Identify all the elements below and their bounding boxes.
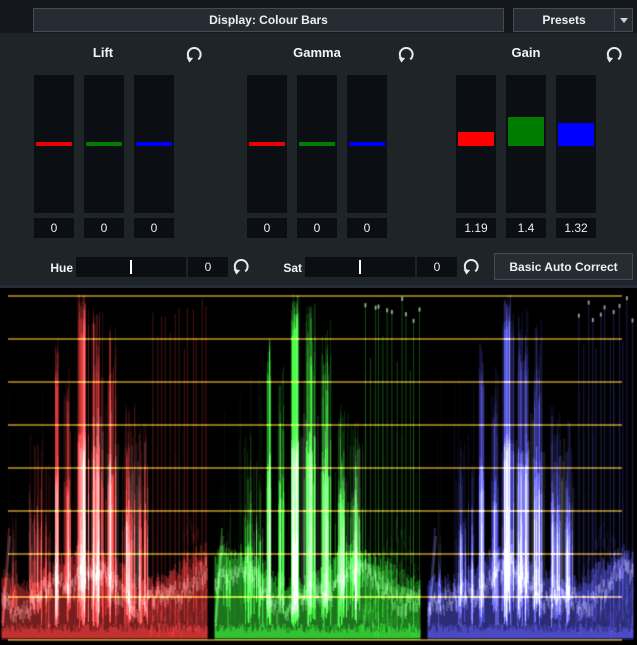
rgb-parade-canvas (0, 288, 637, 645)
hue-label: Hue (38, 259, 73, 277)
gamma-blue-value[interactable]: 0 (347, 218, 387, 238)
lift-green-value[interactable]: 0 (84, 218, 124, 238)
basic-auto-correct-button[interactable]: Basic Auto Correct (494, 253, 633, 280)
lift-blue-slider[interactable] (134, 75, 174, 213)
gain-red-value[interactable]: 1.19 (456, 218, 496, 238)
gamma-blue-handle[interactable] (349, 142, 385, 146)
gain-blue-handle[interactable] (558, 123, 594, 146)
sat-reset-button[interactable] (461, 256, 480, 275)
lift-green-handle[interactable] (86, 142, 122, 146)
top-bar: Display: Colour Bars Presets (0, 0, 637, 33)
gamma-blue-slider[interactable] (347, 75, 387, 213)
sat-slider[interactable] (305, 257, 415, 277)
gain-green-slider[interactable] (506, 75, 546, 213)
lift-reset-button[interactable] (184, 44, 203, 63)
reset-circular-arrow-icon (232, 257, 250, 275)
hue-slider-handle[interactable] (130, 260, 132, 274)
lift-red-value[interactable]: 0 (34, 218, 74, 238)
hue-reset-button[interactable] (231, 256, 250, 275)
gain-red-handle[interactable] (458, 132, 494, 146)
reset-circular-arrow-icon (605, 45, 623, 63)
gain-green-value[interactable]: 1.4 (506, 218, 546, 238)
display-mode-button[interactable]: Display: Colour Bars (33, 8, 504, 32)
lift-red-slider[interactable] (34, 75, 74, 213)
sat-slider-handle[interactable] (359, 260, 361, 274)
lift-red-handle[interactable] (36, 142, 72, 146)
gain-label: Gain (466, 45, 586, 60)
gamma-label: Gamma (257, 45, 377, 60)
lift-blue-handle[interactable] (136, 142, 172, 146)
colour-correct-panel: Display: Colour Bars Presets Lift Gamma … (0, 0, 637, 645)
gamma-red-slider[interactable] (247, 75, 287, 213)
reset-circular-arrow-icon (185, 45, 203, 63)
gain-red-slider[interactable] (456, 75, 496, 213)
lift-blue-value[interactable]: 0 (134, 218, 174, 238)
reset-circular-arrow-icon (462, 257, 480, 275)
presets-button[interactable]: Presets (513, 8, 633, 32)
gamma-red-handle[interactable] (249, 142, 285, 146)
hue-slider[interactable] (76, 257, 186, 277)
gain-blue-slider[interactable] (556, 75, 596, 213)
gamma-green-slider[interactable] (297, 75, 337, 213)
caret-down-icon (620, 18, 628, 23)
sat-label: Sat (268, 259, 302, 277)
gain-blue-value[interactable]: 1.32 (556, 218, 596, 238)
gamma-red-value[interactable]: 0 (247, 218, 287, 238)
gamma-reset-button[interactable] (396, 44, 415, 63)
gain-green-handle[interactable] (508, 117, 544, 146)
reset-circular-arrow-icon (397, 45, 415, 63)
hue-value[interactable]: 0 (188, 257, 228, 277)
presets-dropdown-arrow[interactable] (614, 9, 632, 31)
presets-label: Presets (514, 13, 614, 27)
waveform-scope (0, 285, 637, 645)
gamma-green-handle[interactable] (299, 142, 335, 146)
lift-label: Lift (43, 45, 163, 60)
gamma-green-value[interactable]: 0 (297, 218, 337, 238)
sat-value[interactable]: 0 (417, 257, 457, 277)
lift-green-slider[interactable] (84, 75, 124, 213)
gain-reset-button[interactable] (604, 44, 623, 63)
